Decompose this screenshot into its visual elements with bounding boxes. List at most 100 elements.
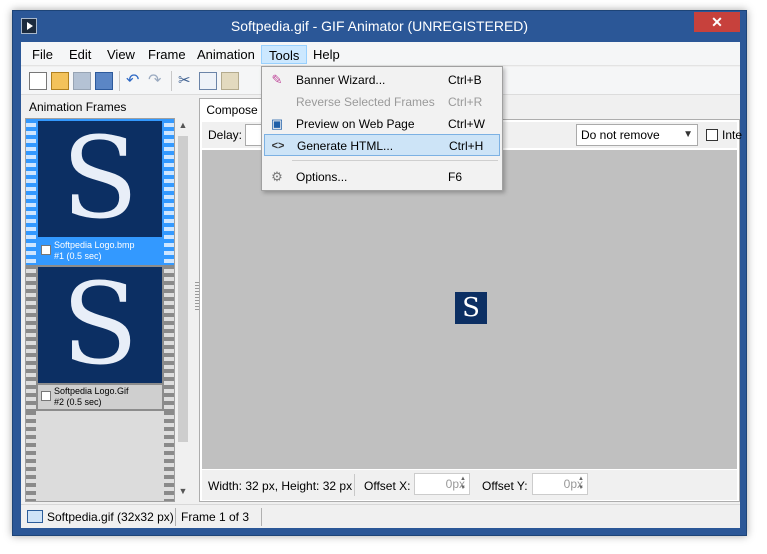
frame-caption: Softpedia Logo.bmp #1 (0.5 sec) [38, 239, 162, 263]
window-title: Softpedia.gif - GIF Animator (UNREGISTER… [230, 18, 529, 34]
undo-icon[interactable] [125, 70, 143, 90]
menu-item-label: Banner Wizard... [296, 73, 386, 87]
menu-edit[interactable]: Edit [62, 45, 98, 64]
menu-bar: File Edit View Frame Animation Tools Hel… [21, 42, 740, 66]
menu-item-reverse-frames[interactable]: Reverse Selected Frames Ctrl+R [264, 91, 500, 113]
frame-name: Softpedia Logo.Gif [54, 386, 129, 396]
tab-compose[interactable]: Compose [199, 98, 265, 120]
softpedia-logo: S [61, 267, 139, 383]
delay-label: Delay: [208, 128, 243, 142]
frame-item[interactable]: S Softpedia Logo.Gif #2 (0.5 sec) [26, 265, 174, 411]
menu-item-label: Reverse Selected Frames [296, 95, 435, 109]
info-separator [354, 474, 355, 496]
reverse-icon [269, 94, 285, 110]
frame-info-bar: Width: 32 px, Height: 32 px Offset X: 0p… [202, 470, 737, 500]
film-strip [164, 119, 174, 265]
film-strip [26, 265, 36, 411]
menu-item-shortcut: Ctrl+H [449, 139, 484, 153]
menu-item-generate-html[interactable]: <> Generate HTML... Ctrl+H [264, 134, 500, 156]
menu-tools[interactable]: Tools [261, 45, 308, 64]
menu-separator [292, 160, 498, 161]
offset-x-input[interactable]: 0px ▲ ▼ [414, 473, 470, 495]
film-strip [164, 411, 174, 501]
title-bar: Softpedia.gif - GIF Animator (UNREGISTER… [13, 11, 746, 41]
menu-help[interactable]: Help [306, 45, 347, 64]
frames-list[interactable]: S Softpedia Logo.bmp #1 (0.5 sec) S Soft… [25, 118, 175, 502]
menu-view[interactable]: View [100, 45, 142, 64]
softpedia-logo: S [61, 121, 139, 237]
menu-animation[interactable]: Animation [190, 45, 262, 64]
offset-y-spinner[interactable]: ▲ ▼ [576, 475, 586, 493]
interlaced-checkbox[interactable] [706, 129, 718, 141]
frame-caption: Softpedia Logo.Gif #2 (0.5 sec) [38, 385, 162, 409]
menu-item-label: Options... [296, 170, 348, 184]
html-code-icon: <> [271, 140, 285, 152]
frames-scrollbar[interactable]: ▲ ▼ [176, 118, 190, 502]
disposal-value: Do not remove [581, 128, 660, 142]
menu-item-preview-web[interactable]: ▣ Preview on Web Page Ctrl+W [264, 113, 500, 135]
menu-file[interactable]: File [25, 45, 60, 64]
gear-icon: ⚙ [271, 169, 283, 184]
frame-item[interactable]: S Softpedia Logo.bmp #1 (0.5 sec) [26, 119, 174, 265]
menu-item-options[interactable]: ⚙ Options... F6 [264, 166, 500, 188]
menu-item-label: Generate HTML... [297, 139, 394, 153]
scroll-up-icon[interactable]: ▲ [177, 120, 189, 134]
menu-item-shortcut: Ctrl+W [448, 117, 485, 131]
film-strip [164, 265, 174, 411]
film-strip [26, 411, 36, 501]
offset-y-label: Offset Y: [482, 479, 528, 493]
open-icon[interactable] [51, 72, 69, 90]
menu-item-label: Preview on Web Page [296, 117, 415, 131]
copy-icon[interactable] [199, 72, 217, 90]
frame-thumbnail: S [38, 121, 162, 237]
wand-icon: ✎ [271, 72, 283, 87]
menu-item-shortcut: F6 [448, 170, 463, 184]
frame-thumbnail: S [38, 267, 162, 383]
offset-y-input[interactable]: 0px ▲ ▼ [532, 473, 588, 495]
offset-x-spinner[interactable]: ▲ ▼ [458, 475, 468, 493]
spin-down-icon[interactable]: ▼ [578, 485, 584, 491]
frame-checkbox[interactable] [41, 391, 51, 401]
frame-image[interactable]: S [455, 292, 487, 324]
close-button[interactable]: ✕ [694, 12, 740, 32]
save-icon[interactable] [73, 72, 91, 90]
animation-frames-panel: Animation Frames S Softpedia Logo.bmp #1… [21, 96, 193, 502]
scroll-down-icon[interactable]: ▼ [177, 486, 189, 500]
film-strip [26, 119, 36, 265]
frame-checkbox[interactable] [41, 245, 51, 255]
menu-frame[interactable]: Frame [141, 45, 193, 64]
paste-icon[interactable] [221, 72, 239, 90]
chevron-down-icon: ▼ [683, 129, 693, 140]
web-preview-icon: ▣ [270, 116, 284, 131]
spin-up-icon[interactable]: ▲ [578, 476, 584, 482]
spin-up-icon[interactable]: ▲ [460, 476, 466, 482]
toolbar-separator [171, 71, 172, 91]
menu-item-shortcut: Ctrl+R [448, 95, 483, 109]
status-separator [175, 508, 176, 526]
interlaced-label: Inte [722, 128, 743, 142]
cut-icon[interactable] [177, 71, 195, 90]
frame-info: #2 (0.5 sec) [54, 397, 102, 407]
disposal-method-select[interactable]: Do not remove ▼ [576, 124, 698, 146]
toolbar-separator [119, 71, 120, 91]
status-file: Softpedia.gif (32x32 px) [47, 510, 174, 524]
frame-info: #1 (0.5 sec) [54, 251, 102, 261]
compose-canvas[interactable]: S [202, 150, 737, 469]
menu-item-shortcut: Ctrl+B [448, 73, 482, 87]
frame-name: Softpedia Logo.bmp [54, 240, 135, 250]
scrollbar-thumb[interactable] [178, 136, 188, 442]
properties-icon[interactable] [95, 72, 113, 90]
panel-title: Animation Frames [29, 100, 127, 114]
image-file-icon [27, 510, 43, 523]
spin-down-icon[interactable]: ▼ [460, 485, 466, 491]
frame-item[interactable] [26, 411, 174, 501]
tools-menu-dropdown: ✎ Banner Wizard... Ctrl+B Reverse Select… [261, 66, 503, 191]
redo-icon[interactable] [147, 70, 165, 90]
status-frame: Frame 1 of 3 [181, 510, 250, 524]
status-bar: Softpedia.gif (32x32 px) Frame 1 of 3 [21, 504, 740, 528]
status-separator [261, 508, 262, 526]
offset-x-label: Offset X: [364, 479, 411, 493]
new-icon[interactable] [29, 72, 47, 90]
frame-size: Width: 32 px, Height: 32 px [208, 479, 353, 493]
menu-item-banner-wizard[interactable]: ✎ Banner Wizard... Ctrl+B [264, 69, 500, 91]
